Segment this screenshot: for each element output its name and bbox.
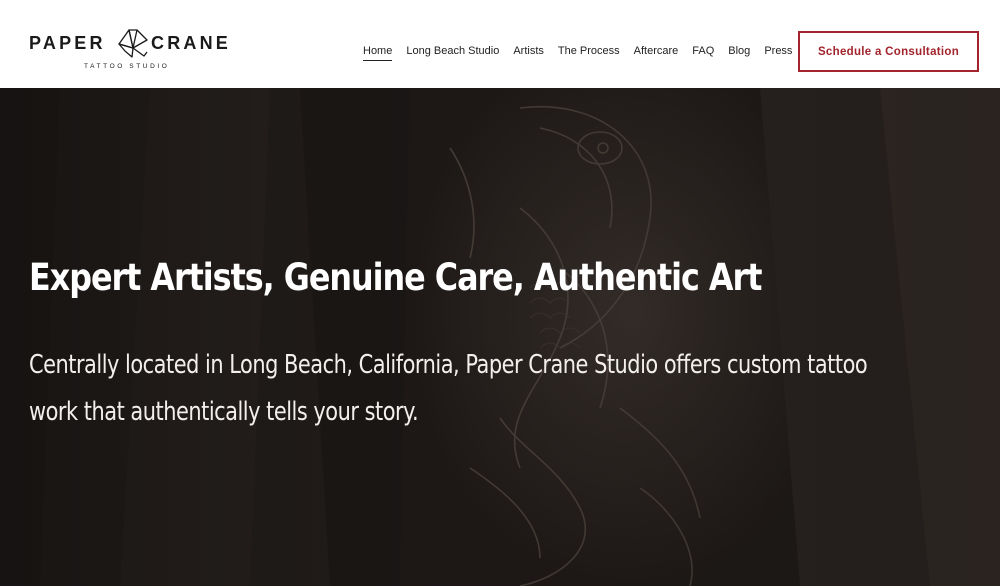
nav-faq[interactable]: FAQ (692, 44, 714, 61)
logo-word-paper: PAPER (29, 33, 106, 53)
hero-description: Centrally located in Long Beach, Califor… (29, 350, 868, 427)
nav-blog[interactable]: Blog (728, 44, 750, 61)
schedule-consultation-button[interactable]: Schedule a Consultation (798, 31, 979, 72)
site-header: PAPER CRANE TATTOO STUDIO Home Long Beac… (0, 0, 1000, 88)
nav-home[interactable]: Home (363, 44, 393, 61)
nav-aftercare[interactable]: Aftercare (634, 44, 679, 61)
site-logo[interactable]: PAPER CRANE TATTOO STUDIO (29, 26, 245, 74)
nav-artists[interactable]: Artists (513, 44, 544, 61)
main-nav: Home Long Beach Studio Artists The Proce… (363, 44, 792, 61)
logo-word-crane: CRANE (151, 33, 232, 53)
logo-subtitle: TATTOO STUDIO (84, 63, 170, 70)
nav-the-process[interactable]: The Process (558, 44, 620, 61)
nav-press[interactable]: Press (764, 44, 792, 61)
hero-section: Expert Artists, Genuine Care, Authentic … (0, 88, 1000, 586)
origami-crane-icon (118, 29, 148, 58)
hero-title: Expert Artists, Genuine Care, Authentic … (29, 256, 762, 299)
nav-long-beach-studio[interactable]: Long Beach Studio (406, 44, 499, 61)
hero-background-image (0, 88, 1000, 586)
